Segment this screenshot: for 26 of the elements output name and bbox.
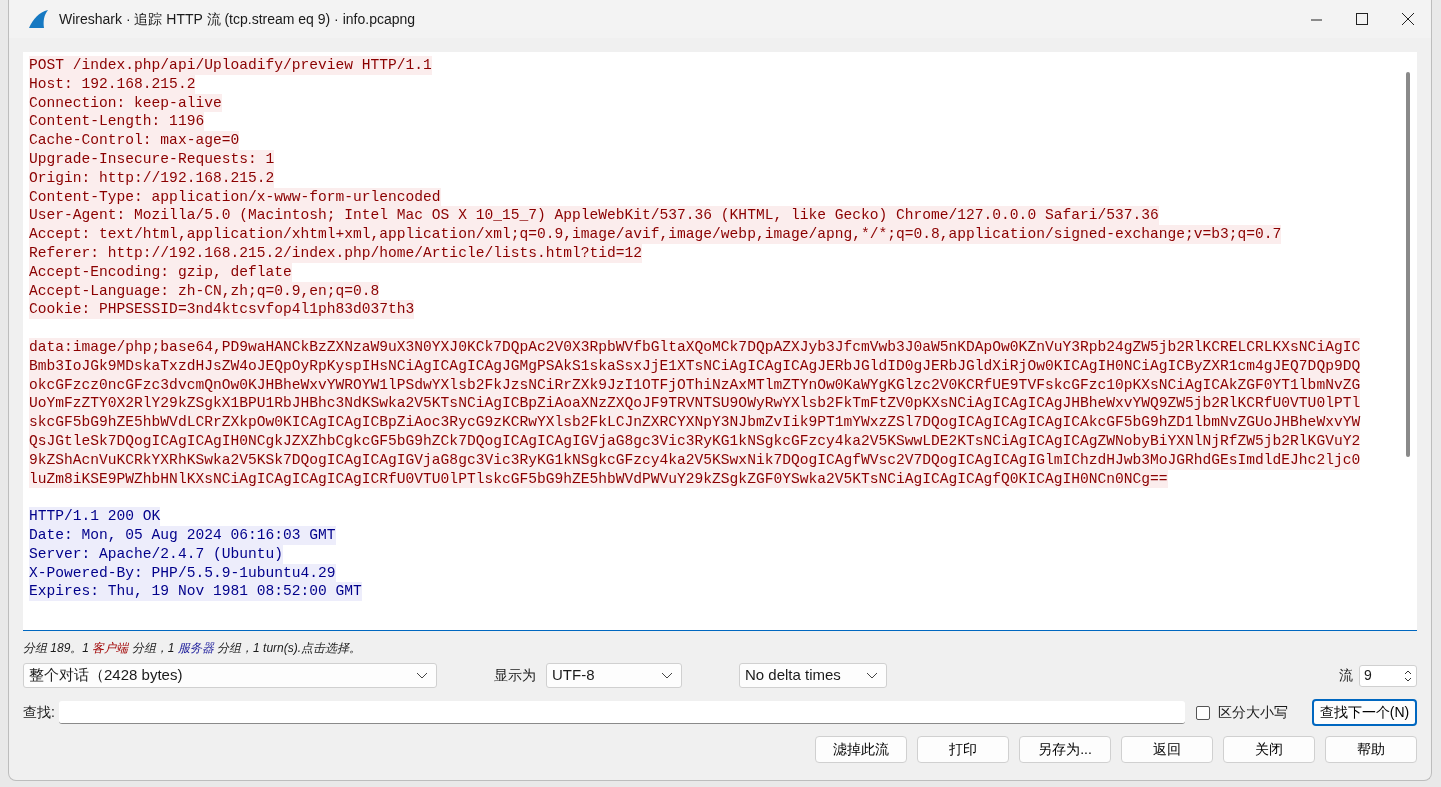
case-sensitive-checkbox[interactable] bbox=[1195, 705, 1210, 720]
scrollbar-thumb[interactable] bbox=[1406, 72, 1410, 457]
status-text: 分组 189。1 客户端 分组，1 服务器 分组，1 turn(s).点击选择。 bbox=[23, 640, 363, 657]
find-label: 查找: bbox=[23, 703, 55, 722]
find-next-button[interactable]: 查找下一个(N) bbox=[1312, 699, 1417, 726]
show-as-label: 显示为 bbox=[494, 666, 536, 685]
caret-icon bbox=[661, 672, 673, 679]
close-icon bbox=[1402, 13, 1414, 25]
stream-label: 流 bbox=[1339, 666, 1353, 685]
dialog-button[interactable]: 返回 bbox=[1121, 736, 1213, 763]
find-input-field[interactable] bbox=[58, 701, 1185, 724]
dialog-button[interactable]: 另存为... bbox=[1019, 736, 1111, 763]
dialog-button[interactable]: 帮助 bbox=[1325, 736, 1417, 763]
conversation-dropdown[interactable]: 整个对话（2428 bytes) bbox=[23, 663, 437, 688]
dialog-button[interactable]: 打印 bbox=[917, 736, 1009, 763]
stream-spinbox[interactable]: 9 bbox=[1359, 664, 1417, 687]
maximize-icon bbox=[1356, 13, 1368, 25]
app-logo-icon bbox=[27, 9, 49, 29]
delta-times-dropdown[interactable]: No delta times bbox=[739, 663, 887, 688]
dialog-button[interactable]: 关闭 bbox=[1223, 736, 1315, 763]
case-sensitive-label: 区分大小写 bbox=[1217, 703, 1288, 722]
caret-icon bbox=[416, 672, 428, 679]
dialog-button[interactable]: 滤掉此流 bbox=[815, 736, 907, 763]
caret-icon bbox=[866, 672, 878, 679]
encoding-dropdown[interactable]: UTF-8 bbox=[546, 663, 682, 688]
window-title: Wireshark · 追踪 HTTP 流 (tcp.stream eq 9) · info.pcapng bbox=[59, 9, 416, 29]
